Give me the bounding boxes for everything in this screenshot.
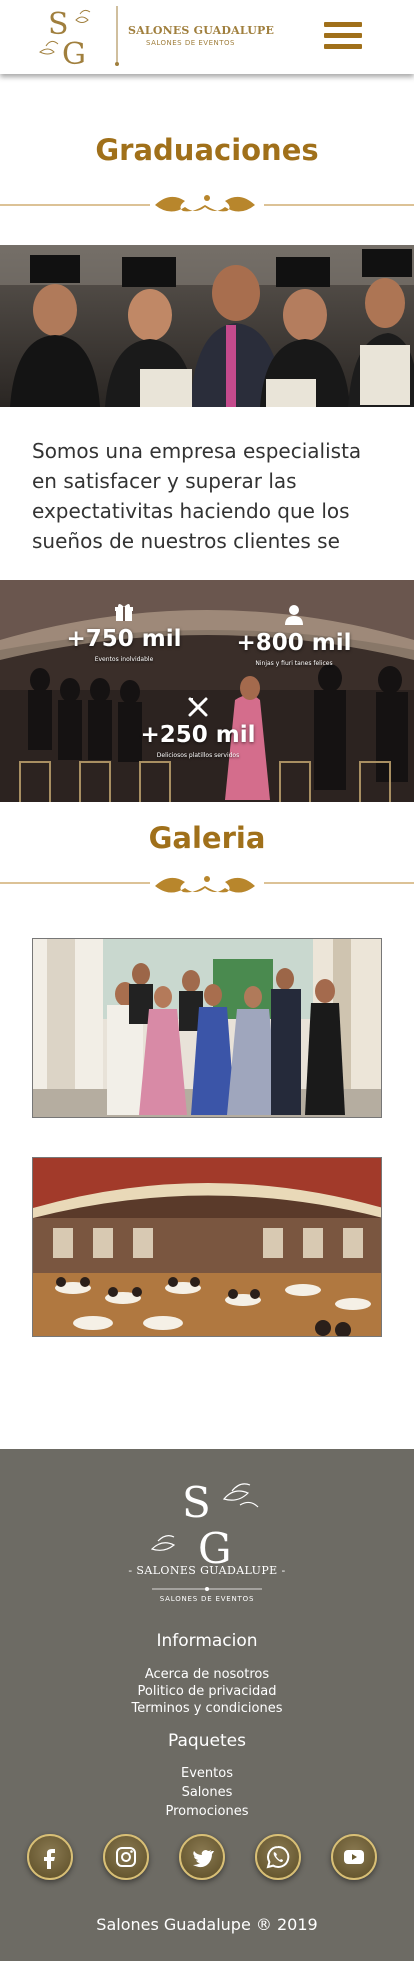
stat-dishes-value: +250 mil	[140, 722, 256, 748]
twitter-icon[interactable]	[179, 1834, 225, 1880]
footer-link-events[interactable]: Eventos	[0, 1765, 414, 1782]
footer-packages-heading: Paquetes	[168, 1731, 246, 1751]
page-title: Graduaciones	[95, 133, 319, 167]
logo-divider-icon	[115, 6, 119, 66]
footer-brand-divider-icon	[152, 1587, 262, 1591]
brand-tagline: SALONES DE EVENTOS	[146, 39, 235, 47]
stat-events: +750 mil Eventos inolvidable	[54, 602, 194, 663]
facebook-icon[interactable]	[27, 1834, 73, 1880]
stat-events-caption: Eventos inolvidable	[94, 656, 154, 663]
gallery-photo-hall[interactable]	[32, 1157, 382, 1337]
utensils-icon	[188, 697, 208, 717]
graduation-photo	[0, 245, 414, 407]
stat-dishes-caption: Deliciosos platillos servidos	[156, 752, 240, 759]
stats-banner: +750 mil Eventos inolvidable +800 mil Ni…	[0, 580, 414, 802]
svg-text:S: S	[182, 1478, 211, 1527]
footer-link-about[interactable]: Acerca de nosotros	[0, 1666, 414, 1683]
footer-info-heading: Informacion	[156, 1631, 258, 1651]
site-footer: S G - SALONES GUADALUPE - SALONES DE EVE…	[0, 1449, 414, 1961]
footer-link-promotions[interactable]: Promociones	[0, 1803, 414, 1820]
stat-guests-caption: Ninjas y fiuri tanes felices	[255, 660, 333, 667]
stat-dishes: +250 mil Deliciosos platillos servidos	[128, 696, 268, 759]
stat-guests-value: +800 mil	[236, 630, 352, 656]
gift-icon	[115, 604, 133, 621]
brand-name: SALONES GUADALUPE	[128, 24, 275, 37]
stat-guests: +800 mil Ninjas y fiuri tanes felices	[224, 604, 364, 667]
footer-brand-name: - SALONES GUADALUPE -	[128, 1564, 286, 1577]
instagram-icon[interactable]	[103, 1834, 149, 1880]
footer-link-terms[interactable]: Terminos y condiciones	[0, 1700, 414, 1717]
intro-paragraph: Somos una empresa especialista en satisf…	[32, 439, 362, 553]
hamburger-menu-icon[interactable]	[324, 22, 364, 52]
gallery-title: Galeria	[148, 821, 266, 855]
youtube-icon[interactable]	[331, 1834, 377, 1880]
footer-link-privacy[interactable]: Politico de privacidad	[0, 1683, 414, 1700]
gallery-photo-group[interactable]	[32, 938, 382, 1118]
site-header: S G SALONES GUADALUPE SALONES DE EVENTOS	[0, 0, 414, 74]
sg-monogram-icon[interactable]: S G	[132, 1469, 282, 1569]
brand-logo[interactable]: S G SALONES GUADALUPE SALONES DE EVENTOS	[38, 2, 274, 72]
footer-link-salons[interactable]: Salones	[0, 1784, 414, 1801]
person-icon	[285, 605, 303, 625]
sg-monogram-icon: S G	[39, 7, 91, 72]
ornament-divider-icon	[0, 195, 414, 212]
whatsapp-icon[interactable]	[255, 1834, 301, 1880]
stat-events-value: +750 mil	[66, 626, 182, 652]
footer-brand-tagline: SALONES DE EVENTOS	[159, 1595, 255, 1603]
svg-text:G: G	[62, 37, 86, 70]
footer-copyright: Salones Guadalupe ® 2019	[96, 1915, 318, 1934]
ornament-divider-icon	[0, 876, 414, 893]
svg-text:G: G	[198, 1524, 232, 1569]
